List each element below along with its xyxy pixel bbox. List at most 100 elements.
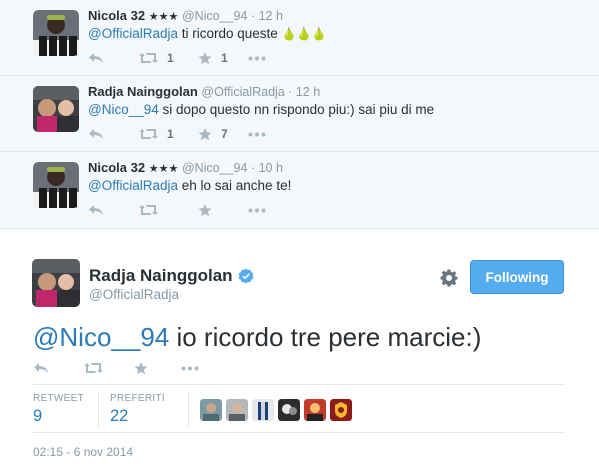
tweet-body: io ricordo tre pere marcie:): [169, 322, 482, 352]
retweet-stat-count[interactable]: 9: [33, 407, 42, 426]
name-stars: ★★★: [148, 11, 179, 23]
separator-dot: ·: [284, 85, 296, 99]
tweet-body: ti ricordo queste: [178, 26, 282, 41]
retweet-button[interactable]: [84, 361, 103, 375]
tweet-text: @Nico__94 si dopo questo nn rispondo piu…: [88, 102, 434, 117]
handle[interactable]: @OfficialRadja: [201, 85, 284, 99]
more-dots-icon: [248, 132, 266, 136]
tweet-text: @OfficialRadja eh lo sai anche te!: [88, 178, 291, 193]
retweet-icon: [139, 129, 158, 139]
favorite-button[interactable]: [198, 203, 212, 217]
display-name-text: Radja Nainggolan: [89, 266, 233, 285]
favoriter-avatar[interactable]: [252, 399, 274, 421]
handle[interactable]: @Nico__94: [182, 9, 248, 23]
reply-button[interactable]: [88, 127, 104, 141]
conversation-thread: Nicola 32 ★★★ @Nico__94 · 12 h @Official…: [0, 0, 599, 229]
more-button[interactable]: [248, 51, 266, 65]
favorite-button[interactable]: 1: [198, 51, 228, 65]
timestamp[interactable]: 12 h: [296, 85, 320, 99]
tweet-actions: [33, 361, 233, 375]
retweet-icon: [84, 363, 103, 373]
reply-tweet-3[interactable]: Nicola 32 ★★★ @Nico__94 · 10 h @Official…: [0, 152, 599, 229]
reply-icon: [89, 129, 103, 139]
favoriters-avatar-list: [200, 399, 352, 421]
reply-tweet-1[interactable]: Nicola 32 ★★★ @Nico__94 · 12 h @Official…: [0, 0, 599, 76]
reply-icon: [89, 53, 103, 63]
favorite-count[interactable]: 1: [221, 51, 228, 65]
tweet-header: Nicola 32 ★★★ @Nico__94 · 10 h: [88, 160, 283, 175]
tweet-header: Radja Nainggolan @OfficialRadja · 12 h: [88, 84, 320, 99]
favorite-star-icon: [198, 127, 212, 140]
tweet-body: eh lo sai anche te!: [178, 178, 292, 193]
avatar[interactable]: [33, 162, 79, 208]
retweet-button[interactable]: 1: [139, 51, 174, 65]
tweet-actions: 1 7: [88, 127, 288, 141]
display-name[interactable]: Nicola 32: [88, 8, 145, 23]
favorite-star-icon: [134, 361, 148, 374]
more-dots-icon: [248, 56, 266, 60]
gear-icon[interactable]: [440, 269, 458, 287]
verified-badge-icon: [238, 268, 253, 284]
reply-button[interactable]: [88, 51, 104, 65]
favoriter-avatar[interactable]: [304, 399, 326, 421]
favorites-stat-count[interactable]: 22: [110, 407, 128, 426]
divider: [33, 384, 565, 385]
mention-link[interactable]: @Nico__94: [88, 102, 159, 117]
retweet-count[interactable]: 1: [167, 51, 174, 65]
tweet-actions: [88, 203, 288, 217]
more-button[interactable]: [248, 203, 266, 217]
avatar[interactable]: [32, 259, 80, 307]
avatar[interactable]: [33, 86, 79, 132]
stat-separator: [188, 391, 189, 427]
favorite-star-icon: [198, 203, 212, 216]
timestamp[interactable]: 12 h: [259, 9, 283, 23]
more-dots-icon: [248, 208, 266, 212]
reply-button[interactable]: [33, 361, 49, 375]
tweet-body: si dopo questo nn rispondo piu:) sai piu…: [158, 102, 435, 117]
favoriter-avatar[interactable]: [330, 399, 352, 421]
more-dots-icon: [181, 366, 199, 370]
name-stars: ★★★: [148, 163, 179, 175]
reply-button[interactable]: [88, 203, 104, 217]
mention-link[interactable]: @Nico__94: [33, 322, 169, 352]
retweet-icon: [139, 53, 158, 63]
display-name[interactable]: Radja Nainggolan: [89, 266, 254, 286]
display-name[interactable]: Radja Nainggolan: [88, 84, 198, 99]
tweet-header: Nicola 32 ★★★ @Nico__94 · 12 h: [88, 8, 283, 23]
more-button[interactable]: [248, 127, 266, 141]
avatar[interactable]: [33, 10, 79, 56]
main-tweet: Radja Nainggolan @OfficialRadja Followin…: [0, 229, 599, 468]
handle[interactable]: @OfficialRadja: [89, 287, 179, 302]
favorite-star-icon: [198, 51, 212, 64]
favorite-button[interactable]: [134, 361, 148, 375]
separator-dot: ·: [247, 9, 259, 23]
favoriter-avatar[interactable]: [278, 399, 300, 421]
main-tweet-text: @Nico__94 io ricordo tre pere marcie:): [33, 322, 481, 353]
following-button[interactable]: Following: [470, 260, 564, 294]
timestamp[interactable]: 10 h: [259, 161, 283, 175]
tweet-timestamp[interactable]: 02:15 - 6 nov 2014: [33, 445, 133, 459]
more-button[interactable]: [181, 361, 199, 375]
retweet-button[interactable]: [139, 203, 158, 217]
display-name[interactable]: Nicola 32: [88, 160, 145, 175]
favorite-count[interactable]: 7: [221, 127, 228, 141]
tweet-actions: 1 1: [88, 51, 288, 65]
divider: [33, 432, 565, 433]
favoriter-avatar[interactable]: [226, 399, 248, 421]
mention-link[interactable]: @OfficialRadja: [88, 178, 178, 193]
separator-dot: ·: [247, 161, 259, 175]
favorite-button[interactable]: 7: [198, 127, 228, 141]
retweet-icon: [139, 205, 158, 215]
stat-separator: [98, 391, 99, 427]
favorites-stat-label: PREFERITI: [110, 393, 165, 404]
favoriter-avatar[interactable]: [200, 399, 222, 421]
retweet-count[interactable]: 1: [167, 127, 174, 141]
retweet-button[interactable]: 1: [139, 127, 174, 141]
reply-tweet-2[interactable]: Radja Nainggolan @OfficialRadja · 12 h @…: [0, 76, 599, 152]
handle[interactable]: @Nico__94: [182, 161, 248, 175]
retweet-stat-label: RETWEET: [33, 393, 84, 404]
pear-emoji: 🍐🍐🍐: [281, 27, 327, 41]
mention-link[interactable]: @OfficialRadja: [88, 26, 178, 41]
tweet-text: @OfficialRadja ti ricordo queste 🍐🍐🍐: [88, 26, 326, 41]
reply-icon: [89, 205, 103, 215]
